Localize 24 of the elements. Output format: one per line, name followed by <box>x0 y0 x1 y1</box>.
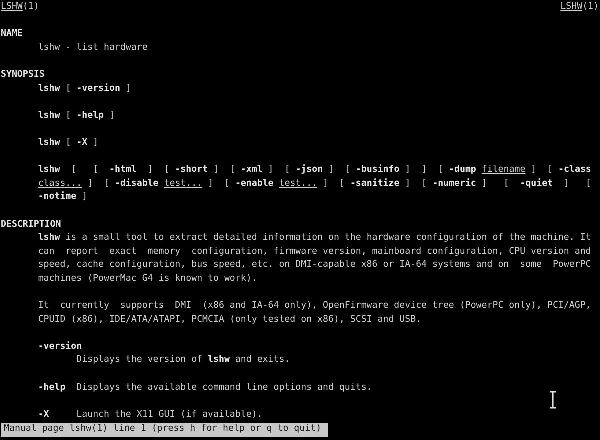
text-line: -notime ] <box>38 192 88 202</box>
text-line: class... ] [ -disable test... ] [ -enable test... ] [ -sanitize ] [ -numeric ] [ -quiet ] [ <box>38 178 592 189</box>
text-line: can report exact memory configuration, firmware version, mainboard configuration, CPU version and <box>38 246 592 257</box>
page-title: LSHW(1) <box>560 1 599 14</box>
text-line: -help Displays the available command line options and quits. <box>38 382 372 393</box>
page-title: LSHW(1) <box>1 1 40 14</box>
text-line: -version <box>38 342 82 352</box>
text-line: lshw [ [ -html ] [ -short ] [ -xml ] [ -json ] [ -businfo ] ] [ -dump filename ] [ -class <box>38 165 592 176</box>
section-heading: DESCRIPTION <box>1 220 62 230</box>
text-line: lshw - list hardware <box>38 42 148 53</box>
text-line: It currently supports DMI (x86 and IA-64 only), OpenFirmware device tree (PowerPC only), PCI/AGP, <box>38 301 592 312</box>
section-heading: SYNOPSIS <box>1 70 45 80</box>
text-line: Displays the version of lshw and exits. <box>76 355 290 366</box>
status-bar: Manual page lshw(1) line 1 (press h for help or q to quit) <box>1 423 328 437</box>
text-line: speed, cache configuration, bus speed, etc. on DMI-capable x86 or IA-64 systems and on some PowerPC <box>38 260 592 270</box>
text-line: -X Launch the X11 GUI (if available). <box>38 410 263 420</box>
section-heading: NAME <box>1 29 23 40</box>
text-line: lshw is a small tool to extract detailed information on the hardware configuration of the machine. It <box>38 233 592 244</box>
text-cursor-icon <box>549 391 557 409</box>
text-line: CPUID (x86), IDE/ATA/ATAPI, PCMCIA (only tested on x86), SCSI and USB. <box>38 314 422 325</box>
text-line: machines (PowerMac G4 is known to work). <box>38 274 258 284</box>
text-line: lshw [ -X ] <box>38 138 99 148</box>
text-line: lshw [ -version ] <box>38 84 132 94</box>
text-line: lshw [ -help ] <box>38 110 115 121</box>
